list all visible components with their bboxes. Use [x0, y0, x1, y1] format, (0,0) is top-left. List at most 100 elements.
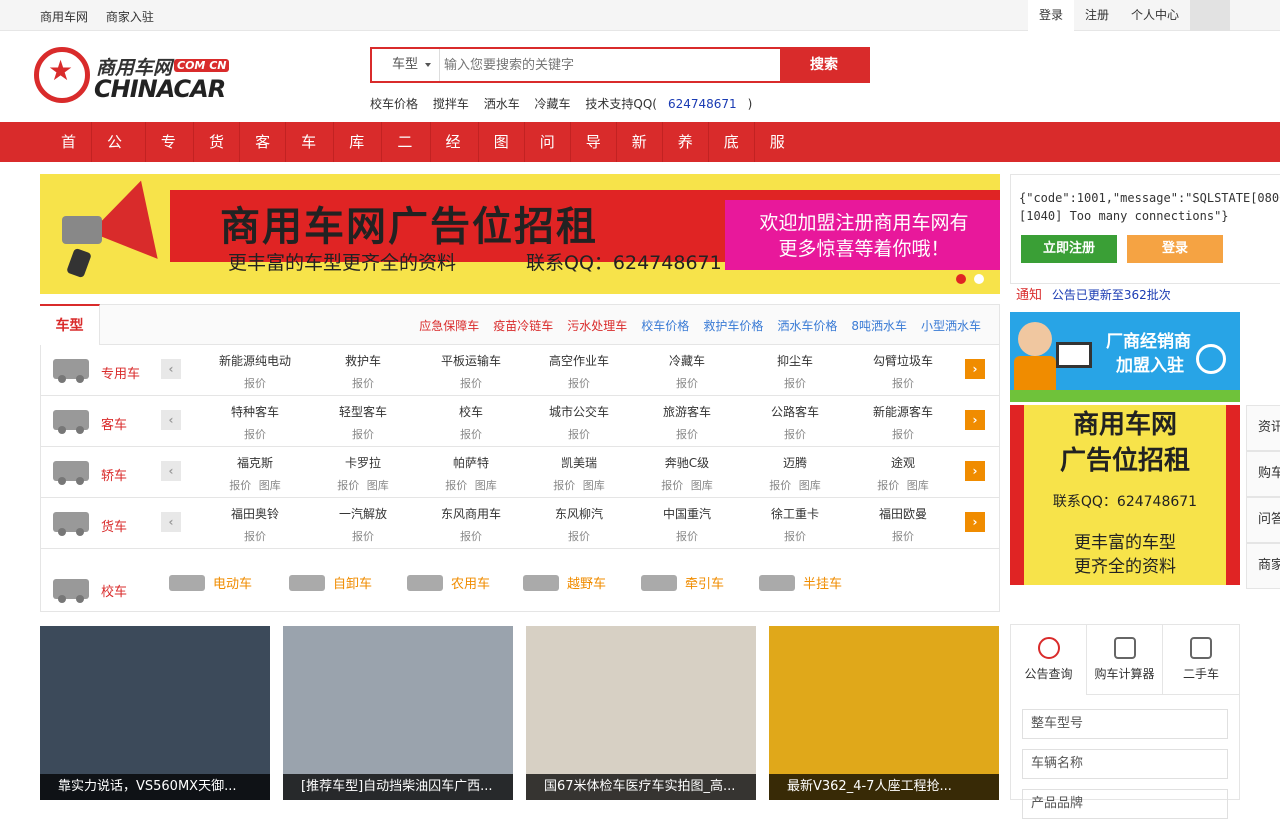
item-links[interactable]: 报价 图库 — [201, 477, 309, 493]
nav-item[interactable]: 服务站 — [753, 122, 802, 231]
item-links[interactable]: 报价 图库 — [417, 477, 525, 493]
vehicle-type-link[interactable]: 越野车 — [523, 573, 606, 592]
category-item[interactable]: 冷藏车 报价 — [633, 345, 741, 391]
item-links[interactable]: 报价 — [525, 528, 633, 544]
category-item[interactable]: 卡罗拉 报价 图库 — [309, 447, 417, 493]
category-item[interactable]: 城市公交车 报价 — [525, 396, 633, 442]
item-links[interactable]: 报价 — [849, 528, 957, 544]
vehicle-type-link[interactable]: 农用车 — [407, 573, 490, 592]
item-name[interactable]: 途观 — [849, 454, 957, 471]
item-links[interactable]: 报价 图库 — [309, 477, 417, 493]
nav-item[interactable]: 货车 — [193, 122, 239, 191]
item-name[interactable]: 高空作业车 — [525, 352, 633, 369]
item-name[interactable]: 迈腾 — [741, 454, 849, 471]
item-links[interactable]: 报价 — [201, 528, 309, 544]
category-item[interactable]: 救护车 报价 — [309, 345, 417, 391]
banner-dot[interactable] — [956, 274, 966, 284]
item-name[interactable]: 福田奥铃 — [201, 505, 309, 522]
item-links[interactable]: 报价 — [417, 528, 525, 544]
search-button[interactable]: 搜索 — [780, 49, 868, 81]
category-quick-link[interactable]: 洒水车价格 — [777, 317, 837, 334]
side-tab-qa[interactable]: 问答 — [1246, 497, 1280, 543]
category-item[interactable]: 抑尘车 报价 — [741, 345, 849, 391]
vehicle-name-field[interactable]: 车辆名称 — [1022, 749, 1228, 779]
search-input[interactable] — [444, 53, 774, 77]
row-label[interactable]: 专用车 — [101, 363, 140, 382]
category-item[interactable]: 校车 报价 — [417, 396, 525, 442]
item-links[interactable]: 报价 图库 — [633, 477, 741, 493]
row-label[interactable]: 轿车 — [101, 465, 127, 484]
category-item[interactable]: 中国重汽 报价 — [633, 498, 741, 544]
photo-caption[interactable]: 国67米体检车医疗车实拍图_高... — [526, 774, 756, 800]
scroll-right-icon[interactable]: › — [965, 512, 985, 532]
banner-dot-active[interactable] — [974, 274, 984, 284]
item-name[interactable]: 校车 — [417, 403, 525, 420]
model-number-field[interactable]: 整车型号 — [1022, 709, 1228, 739]
category-item[interactable]: 途观 报价 图库 — [849, 447, 957, 493]
vehicle-type-link[interactable]: 牵引车 — [641, 573, 724, 592]
hotword-link[interactable]: 校车价格 — [370, 97, 418, 111]
support-qq-link[interactable]: 624748671 — [668, 97, 737, 111]
nav-item[interactable]: 问答 — [523, 122, 570, 191]
hero-banner[interactable]: 商用车网广告位招租 更丰富的车型更齐全的资料 联系QQ：624748671 欢迎… — [40, 174, 1000, 294]
category-item[interactable]: 高空作业车 报价 — [525, 345, 633, 391]
category-item[interactable]: 奔驰C级报价 图库 — [633, 447, 741, 493]
photo-caption[interactable]: 最新V362_4-7人座工程抢... — [769, 774, 999, 800]
category-item[interactable]: 徐工重卡 报价 — [741, 498, 849, 544]
nav-item[interactable]: 经销商 — [429, 122, 478, 231]
nav-item[interactable]: 导购 — [569, 122, 616, 191]
item-name[interactable]: 抑尘车 — [741, 352, 849, 369]
item-links[interactable]: 报价 — [633, 426, 741, 442]
item-links[interactable]: 报价 — [633, 375, 741, 391]
nav-item[interactable]: 新闻 — [615, 122, 662, 191]
category-item[interactable]: 帕萨特 报价 图库 — [417, 447, 525, 493]
item-name[interactable]: 勾臂垃圾车 — [849, 352, 957, 369]
item-name[interactable]: 卡罗拉 — [309, 454, 417, 471]
item-name[interactable]: 东风商用车 — [417, 505, 525, 522]
item-name[interactable]: 冷藏车 — [633, 352, 741, 369]
top-link-site[interactable]: 商用车网 — [40, 10, 88, 24]
item-links[interactable]: 报价 — [849, 426, 957, 442]
item-links[interactable]: 报价 — [201, 426, 309, 442]
nav-item[interactable]: 客车 — [239, 122, 285, 191]
item-name[interactable]: 特种客车 — [201, 403, 309, 420]
category-item[interactable]: 东风商用车 报价 — [417, 498, 525, 544]
item-name[interactable]: 旅游客车 — [633, 403, 741, 420]
item-links[interactable]: 报价 — [741, 528, 849, 544]
item-name[interactable]: 徐工重卡 — [741, 505, 849, 522]
category-quick-link[interactable]: 小型洒水车 — [921, 317, 981, 334]
register-link[interactable]: 注册 — [1074, 0, 1120, 31]
item-links[interactable]: 报价 — [309, 426, 417, 442]
category-quick-link[interactable]: 应急保障车 — [419, 317, 479, 334]
category-item[interactable]: 福田奥铃 报价 — [201, 498, 309, 544]
photo-card[interactable]: 国67米体检车医疗车实拍图_高... — [526, 626, 756, 800]
item-links[interactable]: 报价 图库 — [741, 477, 849, 493]
category-item[interactable]: 迈腾 报价 图库 — [741, 447, 849, 493]
category-item[interactable]: 新能源纯电动 报价 — [201, 345, 309, 391]
vehicle-type-link[interactable]: 半挂车 — [759, 573, 842, 592]
dealer-join-ad[interactable]: 厂商经销商 加盟入驻 — [1010, 312, 1240, 402]
brand-field[interactable]: 产品品牌 — [1022, 789, 1228, 819]
category-quick-link[interactable]: 校车价格 — [641, 317, 689, 334]
item-name[interactable]: 奔驰C级 — [633, 454, 741, 471]
photo-caption[interactable]: 靠实力说话，VS560MX天御... — [40, 774, 270, 800]
nav-item[interactable]: 公告查询 — [91, 122, 145, 271]
item-links[interactable]: 报价 — [741, 426, 849, 442]
category-item[interactable]: 轻型客车 报价 — [309, 396, 417, 442]
item-name[interactable]: 公路客车 — [741, 403, 849, 420]
side-tab-buy[interactable]: 购车 — [1246, 451, 1280, 497]
item-name[interactable]: 福田欧曼 — [849, 505, 957, 522]
category-item[interactable]: 福田欧曼 报价 — [849, 498, 957, 544]
category-item[interactable]: 新能源客车 报价 — [849, 396, 957, 442]
nav-item[interactable]: 首页 — [46, 122, 91, 191]
tab-announcement-query[interactable]: 公告查询 — [1011, 625, 1087, 695]
category-quick-link[interactable]: 8吨洒水车 — [851, 317, 907, 334]
item-links[interactable]: 报价 — [201, 375, 309, 391]
tab-vehicle-type[interactable]: 车型 — [40, 304, 100, 345]
scroll-left-icon[interactable]: ‹ — [161, 461, 181, 481]
nav-item[interactable]: 图库 — [477, 122, 524, 191]
category-item[interactable]: 平板运输车 报价 — [417, 345, 525, 391]
item-name[interactable]: 东风柳汽 — [525, 505, 633, 522]
nav-item[interactable]: 车型库 — [285, 122, 333, 231]
item-name[interactable]: 平板运输车 — [417, 352, 525, 369]
